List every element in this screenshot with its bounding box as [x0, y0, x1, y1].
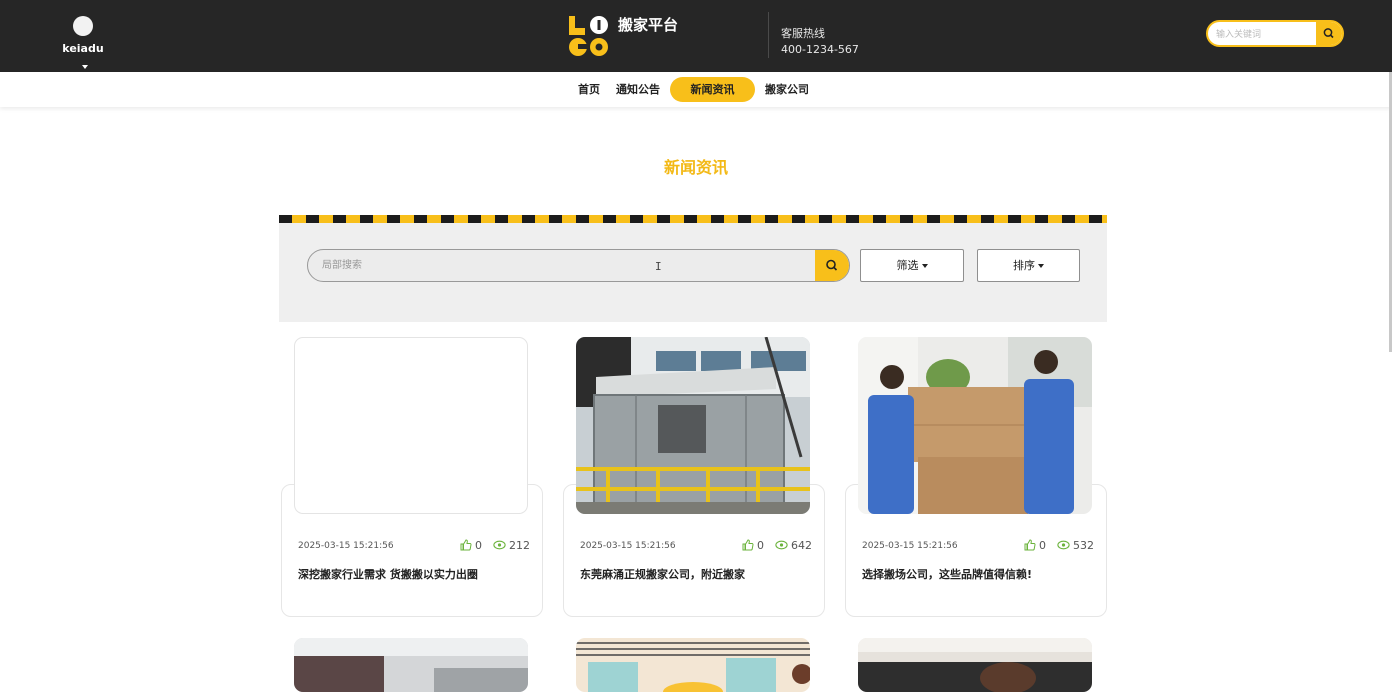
view-count: 212 — [509, 539, 530, 552]
view-count: 532 — [1073, 539, 1094, 552]
main-nav: 首页 通知公告 新闻资讯 搬家公司 — [0, 72, 1392, 107]
news-stats: 0 532 — [1024, 539, 1094, 552]
sort-dropdown[interactable]: 排序 — [977, 249, 1080, 282]
nav-moving-companies[interactable]: 搬家公司 — [761, 77, 813, 102]
movers-photo — [858, 337, 1092, 514]
local-search-input[interactable] — [308, 250, 813, 281]
thumbs-up-icon[interactable] — [1024, 539, 1036, 551]
news-title[interactable]: 深挖搬家行业需求 货搬搬以实力出圈 — [298, 566, 530, 582]
news-date: 2025-03-15 15:21:56 — [862, 541, 958, 551]
hotline-label: 客服热线 — [781, 27, 825, 40]
hotline: 客服热线 400-1234-567 — [781, 26, 859, 58]
news-stats: 0 212 — [460, 539, 530, 552]
eye-icon — [774, 540, 788, 550]
news-card-meta: 2025-03-15 15:21:56 0 212 — [298, 539, 530, 553]
eye-icon — [492, 540, 506, 550]
search-icon — [826, 259, 838, 271]
sort-label: 排序 — [1013, 259, 1035, 272]
nav-home[interactable]: 首页 — [574, 77, 604, 102]
header-search-input[interactable] — [1208, 22, 1318, 45]
view-count: 642 — [791, 539, 812, 552]
header-divider — [768, 12, 769, 58]
news-card-image[interactable] — [294, 337, 528, 514]
page-title: 新闻资讯 — [663, 158, 728, 177]
filter-label: 筛选 — [896, 259, 919, 272]
news-card-image[interactable] — [576, 638, 810, 692]
chevron-down-icon[interactable] — [82, 64, 88, 69]
news-card-image[interactable] — [858, 638, 1092, 692]
like-count: 0 — [475, 539, 482, 552]
like-count: 0 — [757, 539, 764, 552]
filter-dropdown[interactable]: 筛选 — [860, 249, 964, 282]
top-header: keiadu 搬家平台 客服热线 400-1234-567 — [0, 0, 1392, 72]
news-date: 2025-03-15 15:21:56 — [580, 541, 676, 551]
news-title[interactable]: 选择搬场公司，这些品牌值得信赖! — [862, 566, 1094, 582]
like-count: 0 — [1039, 539, 1046, 552]
caret-down-icon — [921, 264, 928, 268]
news-date: 2025-03-15 15:21:56 — [298, 541, 394, 551]
news-card-meta: 2025-03-15 15:21:56 0 532 — [862, 539, 1094, 553]
local-search — [307, 249, 850, 282]
news-stats: 0 642 — [742, 539, 812, 552]
logo — [569, 16, 608, 56]
truck-photo — [294, 638, 528, 692]
hotline-number: 400-1234-567 — [781, 43, 859, 56]
thumbs-up-icon[interactable] — [742, 539, 754, 551]
header-search — [1206, 20, 1344, 47]
news-card-image[interactable] — [294, 638, 528, 692]
news-card-image[interactable] — [576, 337, 810, 514]
avatar[interactable] — [73, 16, 93, 36]
news-card-image[interactable] — [858, 337, 1092, 514]
search-icon — [1323, 28, 1334, 39]
thumbs-up-icon[interactable] — [460, 539, 472, 551]
news-title[interactable]: 东莞麻涌正规搬家公司，附近搬家 — [580, 566, 812, 582]
news-card-meta: 2025-03-15 15:21:56 0 642 — [580, 539, 812, 553]
nav-notices[interactable]: 通知公告 — [612, 77, 664, 102]
caret-down-icon — [1038, 264, 1044, 268]
text-cursor-icon: I — [655, 260, 662, 273]
username[interactable]: keiadu — [62, 42, 103, 55]
user-menu[interactable]: keiadu — [58, 16, 108, 75]
hazard-stripe — [279, 215, 1107, 223]
eye-icon — [1056, 540, 1070, 550]
local-search-button[interactable] — [815, 250, 849, 281]
car-photo — [858, 638, 1092, 692]
header-search-button[interactable] — [1316, 22, 1342, 45]
illustration-photo — [576, 638, 810, 692]
nav-news[interactable]: 新闻资讯 — [670, 77, 755, 102]
machinery-photo — [576, 337, 810, 514]
brand-name: 搬家平台 — [618, 16, 679, 34]
